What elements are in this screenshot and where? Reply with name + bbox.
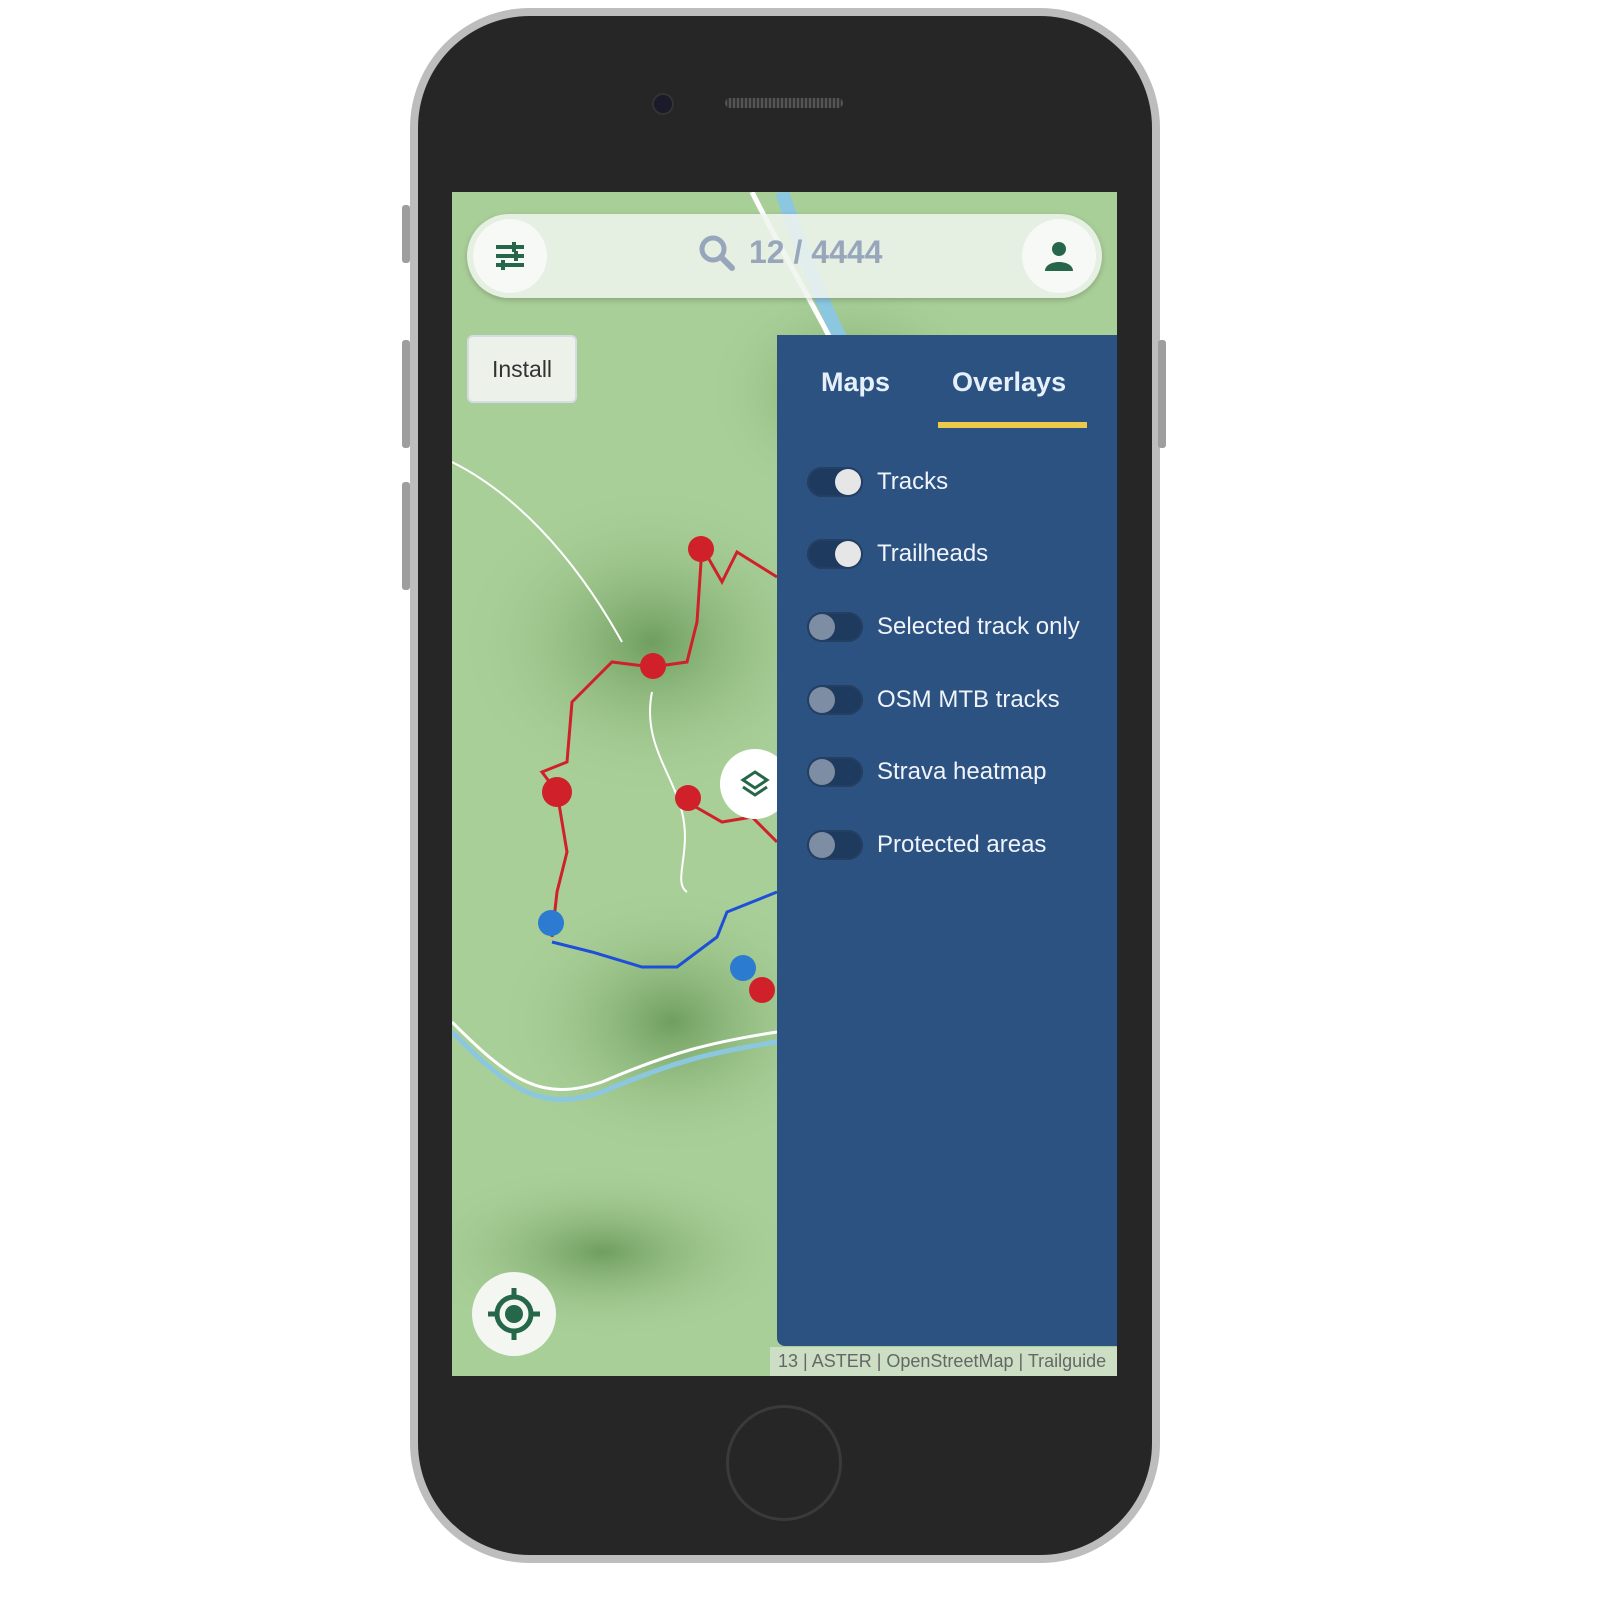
home-button[interactable] — [726, 1405, 842, 1521]
search-icon — [699, 235, 735, 271]
overlay-label: Strava heatmap — [877, 758, 1047, 785]
overlay-strava-heatmap[interactable]: Strava heatmap — [807, 757, 1046, 787]
speaker — [725, 98, 843, 108]
overlay-protected-areas[interactable]: Protected areas — [807, 830, 1046, 860]
camera — [652, 93, 674, 115]
toggle-switch[interactable] — [807, 757, 863, 787]
crosshair-icon — [488, 1288, 540, 1340]
overlay-label: Selected track only — [877, 613, 1080, 640]
mute-switch — [402, 205, 410, 263]
user-button[interactable] — [1022, 219, 1096, 293]
overlay-label: Tracks — [877, 468, 949, 495]
tab-maps[interactable]: Maps — [821, 367, 890, 398]
screen: 12 / 4444 Install Maps Overlays Tracks T… — [452, 192, 1117, 1376]
toggle-switch[interactable] — [807, 830, 863, 860]
toggle-switch[interactable] — [807, 467, 863, 497]
toggle-switch[interactable] — [807, 685, 863, 715]
overlay-selected-track-only[interactable]: Selected track only — [807, 612, 1080, 642]
toggle-switch[interactable] — [807, 539, 863, 569]
volume-up-button — [402, 340, 410, 448]
overlay-label: OSM MTB tracks — [877, 686, 1060, 713]
overlay-osm-mtb-tracks[interactable]: OSM MTB tracks — [807, 685, 1060, 715]
active-tab-indicator — [938, 422, 1087, 428]
locate-button[interactable] — [472, 1272, 556, 1356]
overlay-label: Trailheads — [877, 540, 989, 567]
toggle-switch[interactable] — [807, 612, 863, 642]
sliders-icon — [496, 242, 524, 270]
power-button — [1158, 340, 1166, 448]
overlay-tracks[interactable]: Tracks — [807, 467, 948, 497]
map-attribution: 13 | ASTER | OpenStreetMap | Trailguide — [770, 1347, 1117, 1376]
layers-icon — [740, 770, 770, 797]
layers-panel: Maps Overlays Tracks Trailheads Selected… — [777, 335, 1117, 1346]
search-field[interactable]: 12 / 4444 — [699, 234, 882, 271]
volume-down-button — [402, 482, 410, 590]
user-icon — [1045, 242, 1073, 271]
filter-button[interactable] — [473, 219, 547, 293]
overlay-trailheads[interactable]: Trailheads — [807, 539, 988, 569]
search-count: 12 / 4444 — [749, 234, 883, 270]
install-button[interactable]: Install — [467, 335, 577, 403]
top-search-bar: 12 / 4444 — [467, 214, 1102, 298]
overlay-label: Protected areas — [877, 831, 1047, 858]
tab-overlays[interactable]: Overlays — [952, 367, 1066, 398]
